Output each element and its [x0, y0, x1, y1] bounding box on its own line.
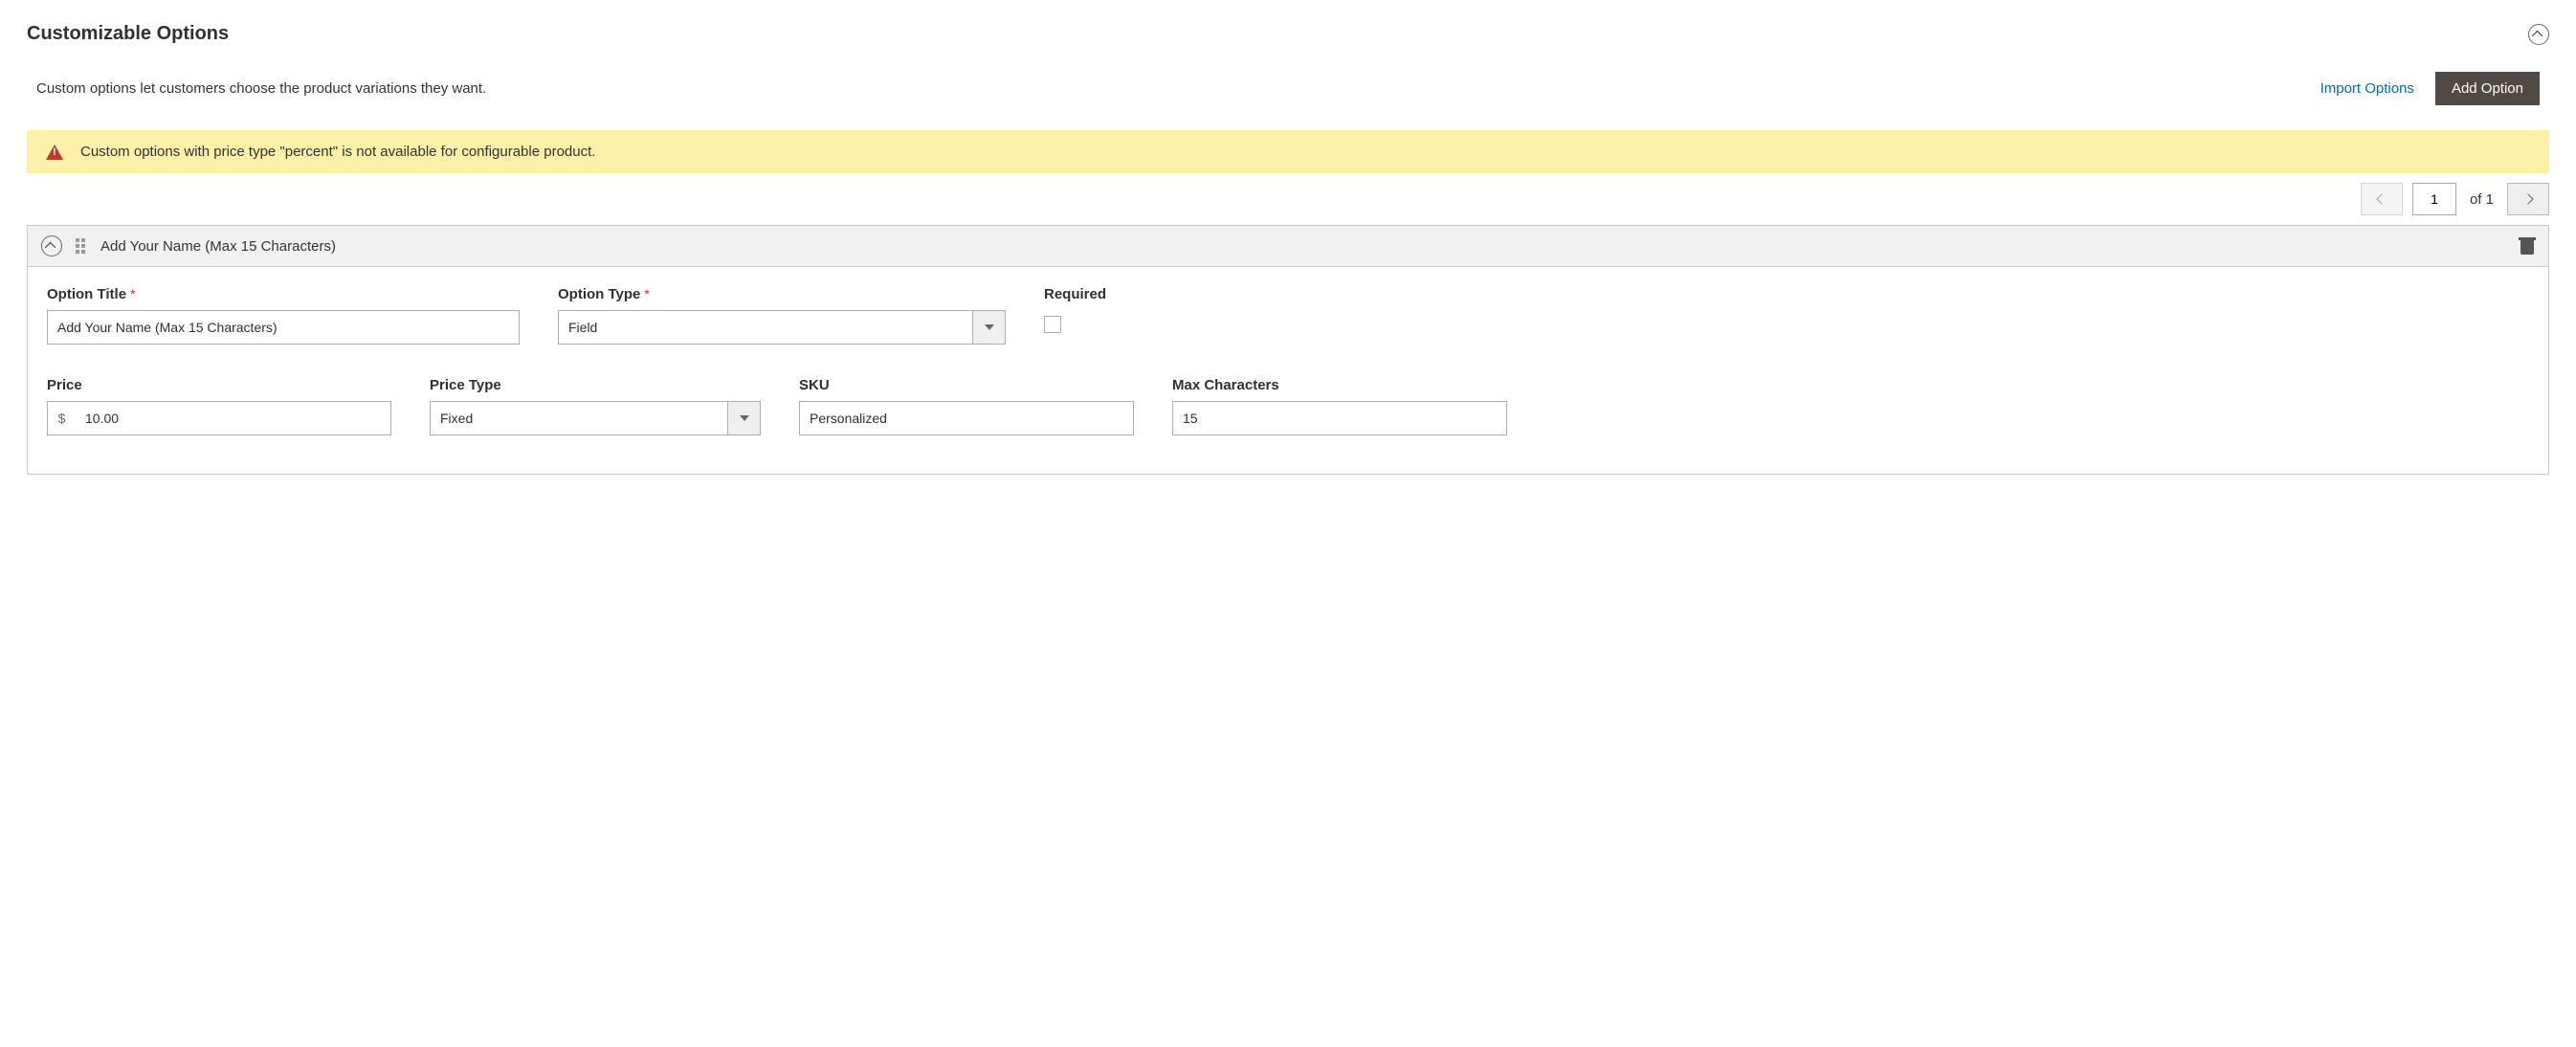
import-options-link[interactable]: Import Options	[2321, 80, 2414, 97]
option-header-title: Add Your Name (Max 15 Characters)	[100, 238, 2506, 255]
chevron-up-icon	[2532, 30, 2543, 40]
pager-prev-button[interactable]	[2361, 183, 2403, 215]
option-title-input[interactable]	[47, 310, 520, 345]
section-description: Custom options let customers choose the …	[36, 80, 486, 97]
required-checkbox[interactable]	[1044, 316, 1061, 333]
chevron-right-icon	[2522, 193, 2533, 204]
max-characters-label: Max Characters	[1172, 377, 1507, 393]
option-collapse-toggle[interactable]	[41, 235, 62, 256]
pager-total-label: of 1	[2466, 191, 2498, 208]
section-collapse-toggle[interactable]	[2528, 24, 2549, 45]
sku-label: SKU	[799, 377, 1134, 393]
required-label: Required	[1044, 286, 1106, 302]
price-type-label: Price Type	[430, 377, 761, 393]
add-option-button[interactable]: Add Option	[2435, 72, 2540, 105]
drag-handle-icon[interactable]	[76, 238, 87, 254]
price-type-select[interactable]: Fixed	[430, 401, 761, 435]
required-asterisk: *	[130, 286, 135, 301]
warning-alert: Custom options with price type "percent"…	[27, 130, 2549, 173]
required-asterisk: *	[644, 286, 649, 301]
pager-next-button[interactable]	[2507, 183, 2549, 215]
chevron-left-icon	[2376, 193, 2387, 204]
delete-option-button[interactable]	[2520, 237, 2535, 255]
price-label: Price	[47, 377, 391, 393]
section-title: Customizable Options	[27, 23, 229, 45]
price-type-value: Fixed	[440, 411, 473, 426]
pager-current-input[interactable]	[2412, 183, 2456, 215]
chevron-up-icon	[45, 242, 56, 253]
option-type-label: Option Type	[558, 286, 640, 302]
price-currency-prefix: $	[47, 401, 76, 435]
chevron-down-icon	[985, 324, 994, 330]
option-type-select[interactable]: Field	[558, 310, 1006, 345]
option-title-label: Option Title	[47, 286, 126, 302]
price-input[interactable]	[76, 401, 391, 435]
max-characters-input[interactable]	[1172, 401, 1507, 435]
warning-message: Custom options with price type "percent"…	[80, 144, 595, 160]
warning-icon	[46, 145, 63, 160]
chevron-down-icon	[740, 415, 749, 421]
option-type-value: Field	[568, 320, 597, 335]
sku-input[interactable]	[799, 401, 1134, 435]
